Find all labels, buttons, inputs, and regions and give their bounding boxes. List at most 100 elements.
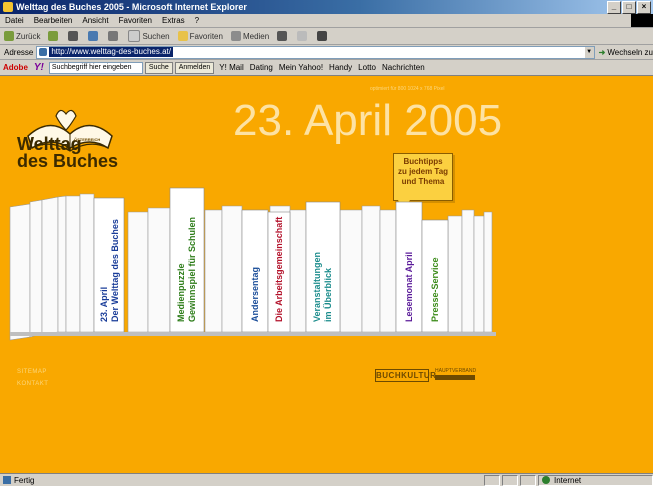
address-input[interactable]: http://www.welttag-des-buches.at/ ▼: [36, 45, 595, 59]
status-segment: [502, 474, 518, 486]
home-button[interactable]: [104, 31, 124, 41]
address-url: http://www.welttag-des-buches.at/: [49, 47, 173, 57]
globe-icon: [542, 476, 550, 484]
books-svg: 23. April Der Welttag des Buches Medienp…: [9, 187, 496, 341]
adobe-button[interactable]: Adobe: [0, 63, 31, 72]
favorites-label: Favoriten: [189, 31, 223, 41]
plain-book: [379, 209, 397, 333]
go-label: Wechseln zu: [607, 47, 653, 57]
kontakt-link[interactable]: KONTAKT: [17, 378, 48, 390]
dating-link[interactable]: Dating: [247, 63, 276, 72]
search-button[interactable]: Suchen: [124, 30, 173, 42]
window-titlebar: Welttag des Buches 2005 - Microsoft Inte…: [0, 0, 653, 14]
window-controls: _ □ ×: [607, 1, 651, 14]
print-icon: [317, 31, 328, 41]
go-button[interactable]: ➜ Wechseln zu: [595, 48, 653, 57]
resolution-note: optimiert für 800 1024 x 768 Pixel: [370, 86, 445, 92]
book-label-medienpuzzle-2[interactable]: Gewinnspiel für Schulen: [187, 217, 197, 322]
plain-book: [361, 205, 381, 333]
stop-button[interactable]: [64, 31, 84, 41]
menu-favoriten[interactable]: Favoriten: [114, 16, 157, 25]
maximize-button[interactable]: □: [622, 1, 636, 14]
bubble-line1: Buchtipps: [403, 157, 443, 166]
menu-extras[interactable]: Extras: [157, 16, 190, 25]
address-bar: Adresse http://www.welttag-des-buches.at…: [0, 45, 653, 60]
book-label-veranstaltungen-1[interactable]: Veranstaltungen: [312, 252, 322, 322]
yahoo-toolbar: Adobe Y! Suchbegriff hier eingeben Suche…: [0, 60, 653, 76]
standard-toolbar: Zurück Suchen Favoriten Medien: [0, 28, 653, 45]
mein-yahoo-link[interactable]: Mein Yahoo!: [276, 63, 326, 72]
window-title: Welttag des Buches 2005 - Microsoft Inte…: [16, 2, 247, 12]
menu-bearbeiten[interactable]: Bearbeiten: [29, 16, 78, 25]
plain-book: [483, 211, 493, 333]
close-button[interactable]: ×: [637, 1, 651, 14]
plain-book: [447, 215, 463, 333]
book-label-medienpuzzle-1[interactable]: Medienpuzzle: [176, 263, 186, 322]
brand-line2: des Buches: [17, 151, 119, 171]
zone-label: Internet: [554, 475, 582, 485]
book-label-welttag-2[interactable]: Der Welttag des Buches: [110, 219, 120, 322]
media-button[interactable]: Medien: [227, 31, 273, 41]
back-arrow-icon: [4, 31, 14, 41]
minimize-button[interactable]: _: [607, 1, 621, 14]
favorites-button[interactable]: Favoriten: [174, 31, 227, 41]
media-icon: [230, 31, 241, 41]
book-shelf-nav: 23. April Der Welttag des Buches Medienp…: [0, 182, 653, 342]
plain-book: [57, 195, 67, 333]
nachrichten-link[interactable]: Nachrichten: [379, 63, 428, 72]
refresh-button[interactable]: [84, 31, 104, 41]
page-icon: [39, 48, 48, 56]
hauptverband-logo[interactable]: HAUPTVERBAND: [435, 369, 476, 380]
security-zone[interactable]: Internet: [538, 474, 653, 486]
menu-ansicht[interactable]: Ansicht: [77, 16, 113, 25]
footer-nav: SITEMAP KONTAKT: [17, 366, 48, 390]
forward-arrow-icon: [48, 31, 59, 41]
plain-book: [289, 209, 307, 333]
plain-book: [473, 215, 485, 333]
status-segment: [484, 474, 500, 486]
book-label-veranstaltungen-2[interactable]: im Überblick: [323, 267, 333, 322]
history-icon: [277, 31, 288, 41]
plain-book: [221, 205, 243, 333]
forward-button[interactable]: [44, 31, 64, 41]
anmelden-button[interactable]: Anmelden: [174, 61, 215, 74]
status-text: Fertig: [14, 475, 35, 485]
book-label-welttag-1[interactable]: 23. April: [99, 287, 109, 322]
plain-book: [461, 209, 475, 333]
print-button[interactable]: [313, 31, 333, 41]
yahoo-search-button[interactable]: Suche: [144, 61, 173, 74]
search-icon: [128, 30, 141, 42]
menu-help[interactable]: ?: [190, 16, 204, 25]
back-button[interactable]: Zurück: [0, 31, 44, 41]
ie-icon: [3, 2, 13, 12]
ymail-link[interactable]: Y! Mail: [216, 63, 246, 72]
handy-link[interactable]: Handy: [326, 63, 355, 72]
plain-book: [79, 193, 95, 333]
plain-book: [9, 203, 31, 341]
shelf-board: [10, 332, 496, 336]
yahoo-logo-button[interactable]: Y!: [31, 62, 47, 73]
mail-button[interactable]: [293, 31, 313, 41]
yahoo-search-input[interactable]: Suchbegriff hier eingeben: [48, 61, 143, 74]
history-button[interactable]: [273, 31, 293, 41]
status-left: Fertig: [0, 476, 482, 485]
book-label-arbeitsgemeinschaft[interactable]: Die Arbeitsgemeinschaft: [274, 217, 284, 322]
status-segment: [520, 474, 536, 486]
book-label-lesemonat[interactable]: Lesemonat April: [404, 252, 414, 322]
mail-icon: [297, 31, 308, 41]
address-label: Adresse: [4, 47, 34, 57]
menu-bar: Datei Bearbeiten Ansicht Favoriten Extra…: [0, 14, 653, 28]
sitemap-link[interactable]: SITEMAP: [17, 366, 48, 378]
menu-datei[interactable]: Datei: [0, 16, 29, 25]
site-brand[interactable]: ÖSTERREICH Welttag des Buches: [17, 135, 119, 171]
lotto-link[interactable]: Lotto: [355, 63, 379, 72]
address-dropdown[interactable]: ▼: [584, 46, 594, 58]
buchkultur-logo[interactable]: BUCHKULTUR: [375, 369, 436, 382]
plain-book: [65, 195, 81, 333]
stop-icon: [68, 31, 79, 41]
book-label-andersentag[interactable]: Andersentag: [250, 267, 260, 322]
status-bar: Fertig Internet: [0, 473, 653, 486]
hauptverband-bar: [435, 375, 475, 380]
book-label-presse-service[interactable]: Presse-Service: [430, 257, 440, 322]
plain-book: [204, 209, 223, 333]
